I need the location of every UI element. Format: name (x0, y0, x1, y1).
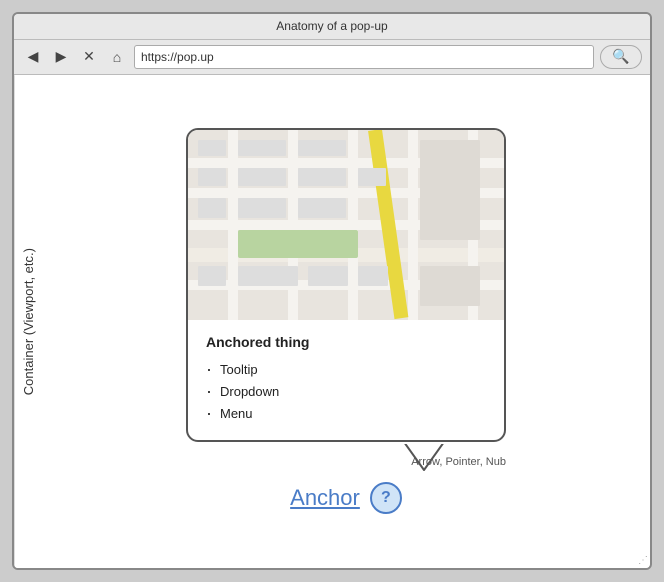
page-title: Anatomy of a pop-up (276, 19, 387, 33)
popup-list: Tooltip Dropdown Menu (206, 358, 486, 424)
help-icon: ? (381, 489, 391, 507)
anchor-link[interactable]: Anchor (290, 485, 360, 511)
anchor-row: Anchor ? (290, 482, 402, 514)
search-icon: 🔍 (612, 48, 629, 65)
list-item: Tooltip (206, 358, 486, 380)
close-button[interactable]: ✕ (78, 46, 100, 68)
map-area (188, 130, 504, 320)
back-button[interactable]: ◀ (22, 46, 44, 68)
title-bar: Anatomy of a pop-up (14, 14, 650, 40)
home-button[interactable]: ⌂ (106, 46, 128, 68)
list-item: Menu (206, 402, 486, 424)
address-bar[interactable] (134, 45, 594, 69)
search-button[interactable]: 🔍 (600, 45, 642, 69)
help-button[interactable]: ? (370, 482, 402, 514)
resize-handle[interactable]: ⋰ (638, 555, 648, 566)
popup-body: Anchored thing Tooltip Dropdown Menu (188, 320, 504, 440)
popup-container: Anchored thing Tooltip Dropdown Menu (186, 128, 506, 442)
anchored-thing-title: Anchored thing (206, 334, 486, 350)
arrow-label: Arrow, Pointer, Nub (411, 456, 506, 468)
main-area: Anchored thing Tooltip Dropdown Menu (42, 75, 650, 568)
toolbar: ◀ ▶ ✕ ⌂ 🔍 (14, 40, 650, 75)
list-item: Dropdown (206, 380, 486, 402)
browser-window: Anatomy of a pop-up ◀ ▶ ✕ ⌂ 🔍 Container … (12, 12, 652, 570)
container-label: Container (Viewport, etc.) (14, 75, 42, 568)
forward-button[interactable]: ▶ (50, 46, 72, 68)
popup-arrow-area: Arrow, Pointer, Nub (186, 442, 506, 478)
browser-content: Container (Viewport, etc.) (14, 75, 650, 568)
